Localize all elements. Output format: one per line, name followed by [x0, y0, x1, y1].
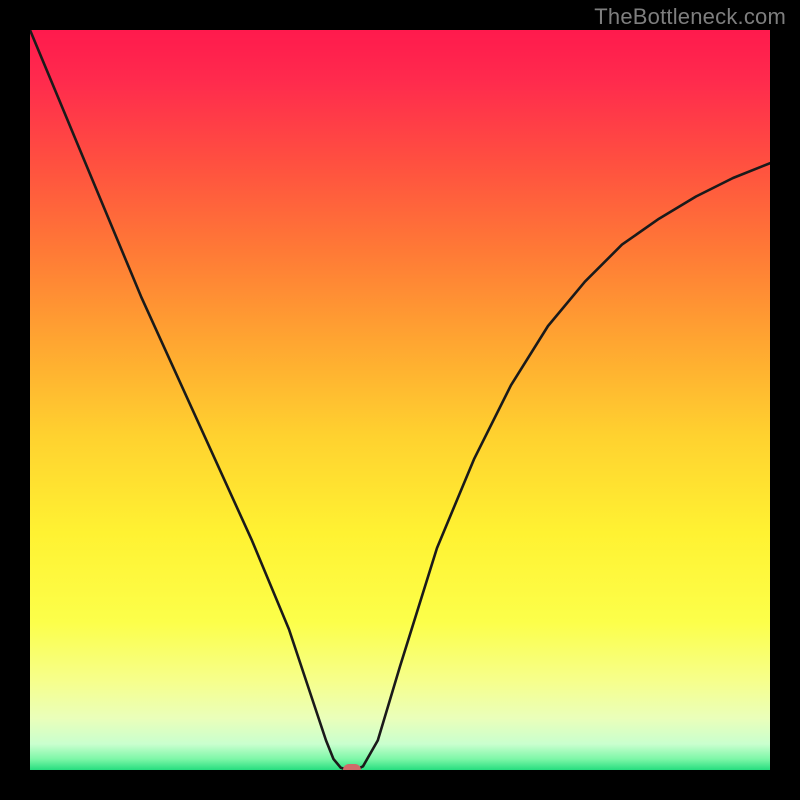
plot-area: [30, 30, 770, 770]
bottleneck-curve: [30, 30, 770, 770]
watermark-text: TheBottleneck.com: [594, 4, 786, 30]
frame: TheBottleneck.com: [0, 0, 800, 800]
optimum-marker: [343, 764, 361, 770]
